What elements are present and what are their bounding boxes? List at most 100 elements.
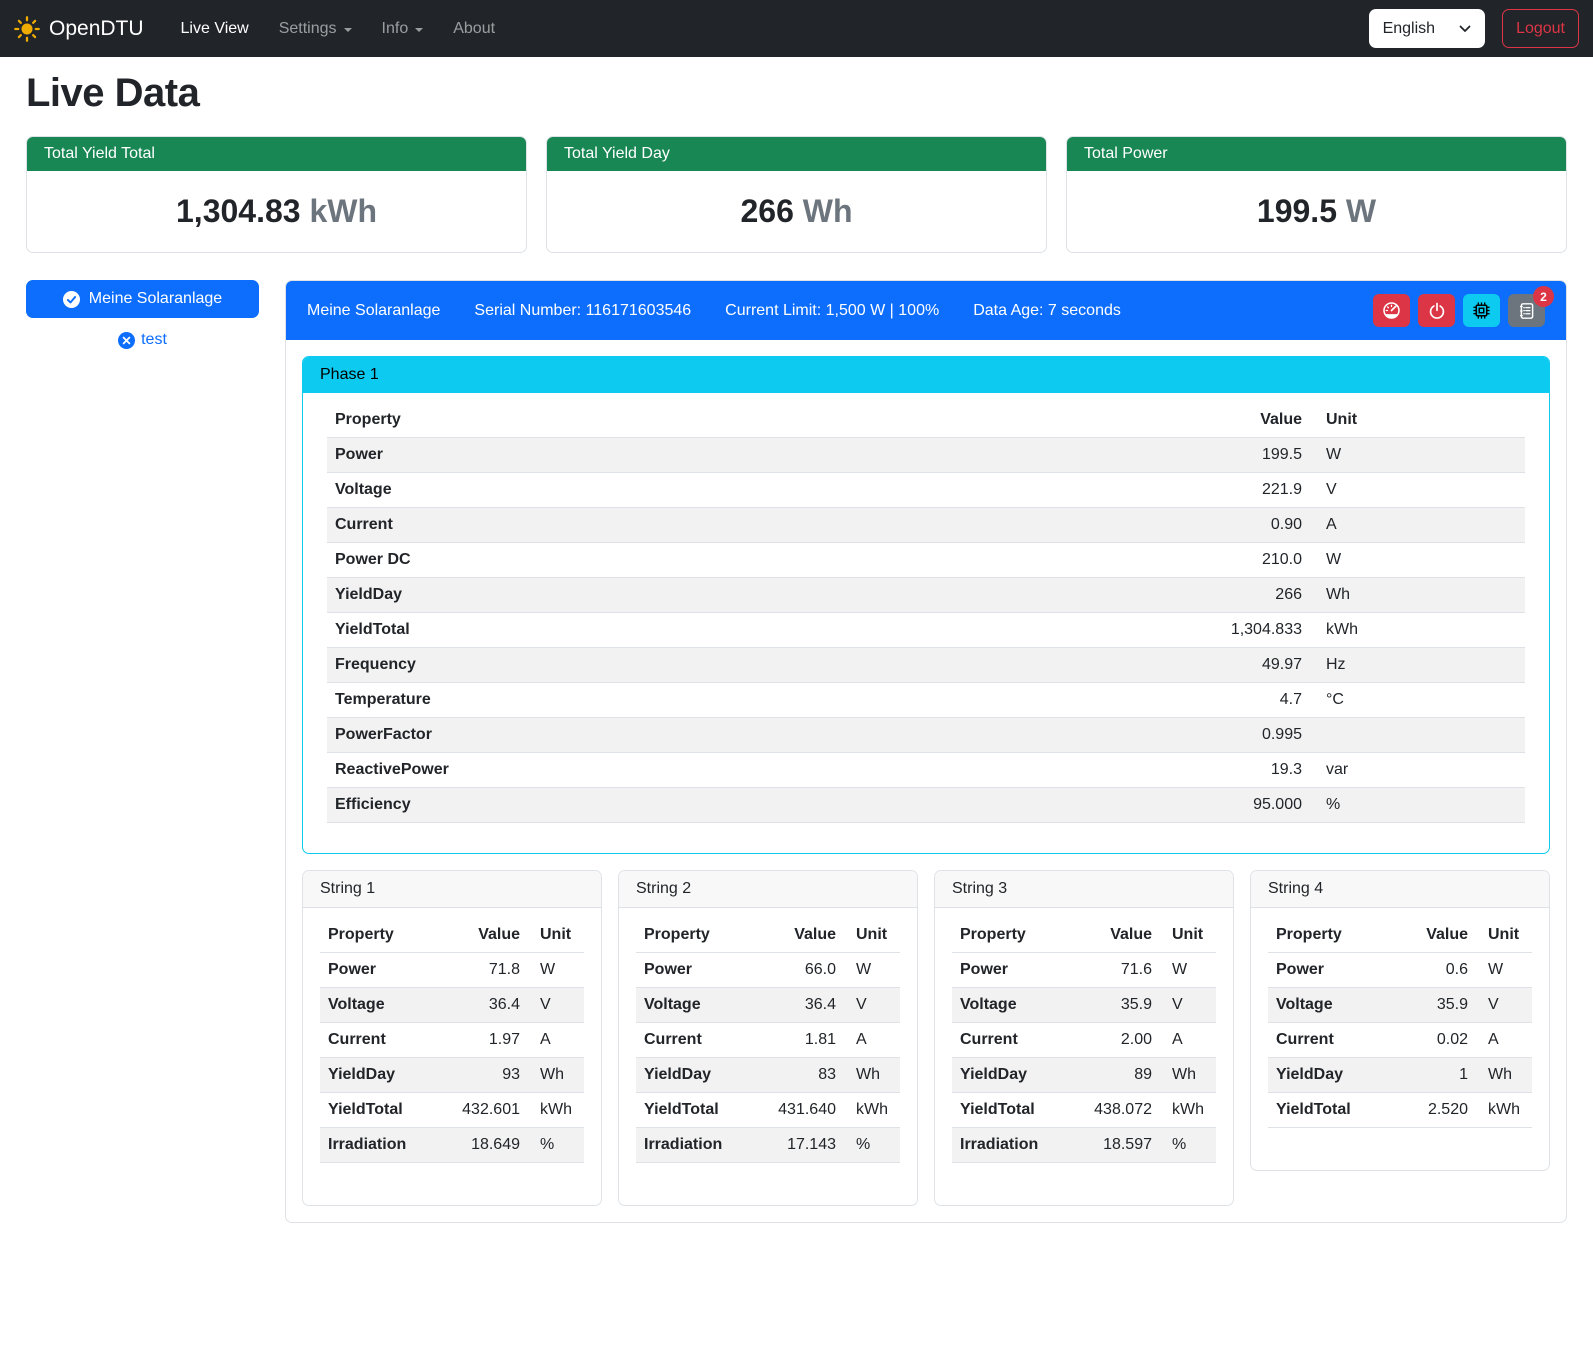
unit-cell: Wh	[528, 1058, 584, 1093]
property-cell: Irradiation	[636, 1128, 753, 1163]
chevron-down-icon	[1459, 25, 1471, 33]
value-cell: 1.81	[753, 1023, 844, 1058]
unit-cell: V	[844, 988, 900, 1023]
table-row: Efficiency 95.000 %	[327, 788, 1525, 823]
table-row: Power 199.5 W	[327, 438, 1525, 473]
inverter-sidebar: Meine Solaranlage test	[26, 280, 259, 349]
property-cell: Current	[636, 1023, 753, 1058]
unit-cell: V	[1476, 988, 1532, 1023]
nav-item-settings[interactable]: Settings	[264, 12, 367, 46]
property-cell: Efficiency	[327, 788, 1140, 823]
property-cell: Current	[320, 1023, 437, 1058]
unit-cell: var	[1310, 753, 1525, 788]
brand-label: OpenDTU	[49, 17, 144, 41]
table-row: YieldDay 93 Wh	[320, 1058, 584, 1093]
value-cell: 432.601	[437, 1093, 528, 1128]
chevron-down-icon	[344, 28, 352, 32]
value-cell: 35.9	[1069, 988, 1160, 1023]
col-header-value: Value	[437, 918, 528, 953]
col-header-property: Property	[327, 403, 1140, 438]
table-row: Irradiation 18.597 %	[952, 1128, 1216, 1163]
table-header-row: Property Value Unit	[327, 403, 1525, 438]
inverter-panel-header: Meine Solaranlage Serial Number: 1161716…	[286, 281, 1566, 340]
unit-cell: Wh	[1476, 1058, 1532, 1093]
unit-cell: kWh	[1310, 613, 1525, 648]
limit-settings-button[interactable]	[1373, 294, 1410, 327]
value-cell: 18.649	[437, 1128, 528, 1163]
property-cell: Power	[327, 438, 1140, 473]
value-cell: 431.640	[753, 1093, 844, 1128]
unit-cell: kWh	[844, 1093, 900, 1128]
logout-button[interactable]: Logout	[1502, 9, 1579, 48]
table-row: Current 2.00 A	[952, 1023, 1216, 1058]
string-card-header: String 2	[619, 871, 917, 908]
event-count-badge: 2	[1533, 286, 1554, 307]
col-header-property: Property	[952, 918, 1069, 953]
card-total-yield-total: Total Yield Total 1,304.83 kWh	[26, 136, 527, 253]
string-2-table: Property Value Unit Power	[636, 918, 900, 1163]
string-2-card: String 2 Property Value Unit	[618, 870, 918, 1206]
table-row: YieldDay 266 Wh	[327, 578, 1525, 613]
table-row: PowerFactor 0.995	[327, 718, 1525, 753]
unit-cell: W	[1476, 953, 1532, 988]
inverter-panel-header-info: Meine Solaranlage Serial Number: 1161716…	[307, 302, 1373, 320]
value-number: 1,304.83	[176, 193, 301, 229]
nav-item-info[interactable]: Info	[367, 12, 439, 46]
table-header-row: Property Value Unit	[952, 918, 1216, 953]
table-row: Power 66.0 W	[636, 953, 900, 988]
col-header-property: Property	[320, 918, 437, 953]
language-select[interactable]: English	[1369, 9, 1485, 48]
table-row: YieldTotal 438.072 kWh	[952, 1093, 1216, 1128]
col-header-property: Property	[636, 918, 753, 953]
event-log-button[interactable]: 2	[1508, 294, 1545, 327]
col-header-value: Value	[1395, 918, 1476, 953]
unit-cell: W	[528, 953, 584, 988]
value-cell: 89	[1069, 1058, 1160, 1093]
device-info-button[interactable]	[1463, 294, 1500, 327]
value-number: 266	[740, 193, 793, 229]
value-cell: 2.00	[1069, 1023, 1160, 1058]
string-1-card: String 1 Property Value Unit	[302, 870, 602, 1206]
property-cell: YieldDay	[636, 1058, 753, 1093]
table-row: Current 0.02 A	[1268, 1023, 1532, 1058]
unit-cell: W	[844, 953, 900, 988]
table-row: YieldDay 83 Wh	[636, 1058, 900, 1093]
string-3-table: Property Value Unit Power	[952, 918, 1216, 1163]
chevron-down-icon	[415, 28, 423, 32]
string-4-table: Property Value Unit Power	[1268, 918, 1532, 1128]
unit-cell: kWh	[528, 1093, 584, 1128]
language-select-value: English	[1383, 20, 1435, 38]
unit-cell: A	[844, 1023, 900, 1058]
table-row: Power 71.8 W	[320, 953, 584, 988]
property-cell: Current	[1268, 1023, 1395, 1058]
brand[interactable]: OpenDTU	[14, 16, 144, 42]
property-cell: Irradiation	[952, 1128, 1069, 1163]
table-row: Current 1.81 A	[636, 1023, 900, 1058]
col-header-unit: Unit	[528, 918, 584, 953]
unit-cell: Wh	[1160, 1058, 1216, 1093]
nav-item-live-view[interactable]: Live View	[166, 12, 264, 46]
table-row: Voltage 221.9 V	[327, 473, 1525, 508]
table-row: Irradiation 18.649 %	[320, 1128, 584, 1163]
unit-cell: A	[1476, 1023, 1532, 1058]
nav-item-about[interactable]: About	[438, 12, 510, 46]
sidebar-item-test[interactable]: test	[26, 331, 259, 349]
sidebar-item-meine-solaranlage[interactable]: Meine Solaranlage	[26, 280, 259, 318]
col-header-unit: Unit	[1476, 918, 1532, 953]
string-card-body: Property Value Unit Power	[619, 908, 917, 1205]
value-cell: 266	[1140, 578, 1310, 613]
inverter-name: Meine Solaranlage	[307, 302, 440, 320]
card-total-power: Total Power 199.5 W	[1066, 136, 1567, 253]
value-cell: 1.97	[437, 1023, 528, 1058]
property-cell: Power	[320, 953, 437, 988]
property-cell: Temperature	[327, 683, 1140, 718]
table-row: ReactivePower 19.3 var	[327, 753, 1525, 788]
value-cell: 1,304.833	[1140, 613, 1310, 648]
power-button[interactable]	[1418, 294, 1455, 327]
nav-item-label: About	[453, 20, 495, 38]
table-row: Voltage 35.9 V	[1268, 988, 1532, 1023]
value-cell: 95.000	[1140, 788, 1310, 823]
unit-cell: %	[1310, 788, 1525, 823]
col-header-value: Value	[753, 918, 844, 953]
property-cell: YieldTotal	[327, 613, 1140, 648]
